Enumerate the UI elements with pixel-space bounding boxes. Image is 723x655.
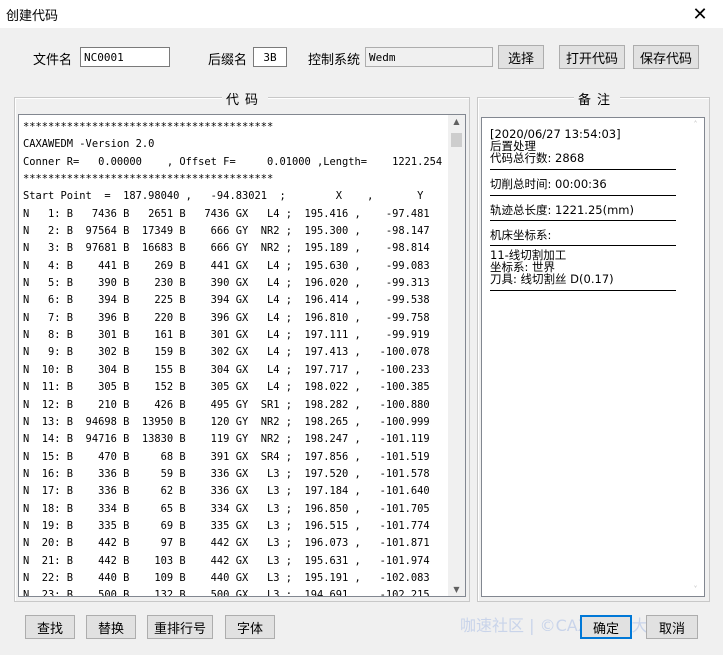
cancel-button[interactable]: 取消 <box>646 615 698 639</box>
code-line: N 8: B 301 B 161 B 301 GX L4 ; 197.111 ,… <box>23 329 430 342</box>
save-code-button[interactable]: 保存代码 <box>633 45 699 69</box>
watermark: 咖速社区 | ©CAXA数码大方 <box>460 616 664 635</box>
renumber-button[interactable]: 重排行号 <box>147 615 213 639</box>
code-lines: ****************************************… <box>23 119 461 597</box>
code-line: **************************************** <box>23 121 274 133</box>
replace-button[interactable]: 替换 <box>86 615 136 639</box>
code-group-title: 代码 <box>222 89 269 108</box>
code-line: N 19: B 335 B 69 B 335 GX L3 ; 196.515 ,… <box>23 519 430 532</box>
code-line: N 9: B 302 B 159 B 302 GX L4 ; 197.413 ,… <box>23 346 430 359</box>
code-line: N 2: B 97564 B 17349 B 666 GY NR2 ; 195.… <box>23 225 430 238</box>
code-line: N 21: B 442 B 103 B 442 GX L3 ; 195.631 … <box>23 554 430 567</box>
code-line: Start Point = 187.98040 , -94.83021 ; X … <box>23 190 424 203</box>
notes-scroll-up-icon[interactable]: ˄ <box>687 120 704 129</box>
filename-input[interactable]: NC0001 <box>80 47 170 67</box>
code-line: N 4: B 441 B 269 B 441 GX L4 ; 195.630 ,… <box>23 259 430 272</box>
note-line: 机床坐标系: <box>490 228 552 242</box>
code-line: N 20: B 442 B 97 B 442 GX L3 ; 196.073 ,… <box>23 537 430 550</box>
suffix-input[interactable]: 3B <box>253 47 287 67</box>
note-line: 切削总时间: 00:00:36 <box>490 177 607 191</box>
note-line: 轨迹总长度: 1221.25(mm) <box>490 203 634 217</box>
code-line: Conner R= 0.00000 , Offset F= 0.01000 ,L… <box>23 155 461 168</box>
code-line: **************************************** <box>23 173 274 186</box>
code-line: N 11: B 305 B 152 B 305 GX L4 ; 198.022 … <box>23 381 430 394</box>
code-line: N 18: B 334 B 65 B 334 GX L3 ; 196.850 ,… <box>23 502 430 515</box>
notes-box[interactable]: [2020/06/27 13:54:03] 后置处理 代码总行数: 2868 切削总时… <box>481 117 705 597</box>
code-editor[interactable]: ****************************************… <box>18 114 466 597</box>
select-button[interactable]: 选择 <box>498 45 544 69</box>
note-item: 轨迹总长度: 1221.25(mm) <box>490 199 676 221</box>
code-line: N 22: B 440 B 109 B 440 GX L3 ; 195.191 … <box>23 571 430 584</box>
close-icon[interactable]: ✕ <box>677 0 723 28</box>
note-line: 代码总行数: 2868 <box>490 151 585 165</box>
code-line: N 13: B 94698 B 13950 B 120 GY NR2 ; 198… <box>23 415 430 428</box>
code-line: N 10: B 304 B 155 B 304 GX L4 ; 197.717 … <box>23 363 430 376</box>
code-line: N 14: B 94716 B 13830 B 119 GY NR2 ; 198… <box>23 433 430 446</box>
code-line: N 12: B 210 B 426 B 495 GY SR1 ; 198.282… <box>23 398 430 411</box>
filename-label: 文件名 <box>33 53 73 68</box>
notes-vertical-scrollbar[interactable]: ˄ ˅ <box>687 118 704 596</box>
note-item: 切削总时间: 00:00:36 <box>490 173 676 196</box>
code-line: N 23: B 500 B 132 B 500 GX L3 ; 194.691 … <box>23 589 430 597</box>
code-line: N 16: B 336 B 59 B 336 GX L3 ; 197.520 ,… <box>23 467 430 480</box>
code-line: N 3: B 97681 B 16683 B 666 GY NR2 ; 195.… <box>23 242 430 255</box>
code-line: N 5: B 390 B 230 B 390 GX L4 ; 196.020 ,… <box>23 277 430 290</box>
note-item: 机床坐标系: <box>490 224 676 246</box>
notes-group-title: 备注 <box>574 89 621 108</box>
note-item: 11-线切割加工 坐标系: 世界 刀具: 线切割丝 D(0.17) <box>490 249 676 291</box>
find-button[interactable]: 查找 <box>25 615 75 639</box>
font-button[interactable]: 字体 <box>225 615 275 639</box>
control-system-field: Wedm <box>365 47 493 67</box>
code-line: N 15: B 470 B 68 B 391 GX SR4 ; 197.856 … <box>23 450 430 463</box>
code-line: N 1: B 7436 B 2651 B 7436 GX L4 ; 195.41… <box>23 207 430 220</box>
window-title: 创建代码 <box>6 9 59 24</box>
scroll-thumb[interactable] <box>451 133 462 147</box>
control-system-label: 控制系统 <box>308 53 361 68</box>
suffix-label: 后缀名 <box>208 53 248 68</box>
note-item: [2020/06/27 13:54:03] 后置处理 代码总行数: 2868 <box>490 128 676 170</box>
code-line: N 17: B 336 B 62 B 336 GX L3 ; 197.184 ,… <box>23 485 430 498</box>
scroll-down-icon[interactable]: ▼ <box>448 585 465 594</box>
open-code-button[interactable]: 打开代码 <box>559 45 625 69</box>
title-bar: 创建代码 ✕ <box>0 0 723 28</box>
code-vertical-scrollbar[interactable]: ▲ ▼ <box>448 115 465 596</box>
scroll-up-icon[interactable]: ▲ <box>448 117 465 126</box>
code-line: N 6: B 394 B 225 B 394 GX L4 ; 196.414 ,… <box>23 294 430 307</box>
notes-scroll-down-icon[interactable]: ˅ <box>687 585 704 594</box>
ok-button[interactable]: 确定 <box>580 615 632 639</box>
code-line: CAXAWEDM -Version 2.0 <box>23 138 155 151</box>
note-line: 刀具: 线切割丝 D(0.17) <box>490 272 614 286</box>
code-line: N 7: B 396 B 220 B 396 GX L4 ; 196.810 ,… <box>23 311 430 324</box>
